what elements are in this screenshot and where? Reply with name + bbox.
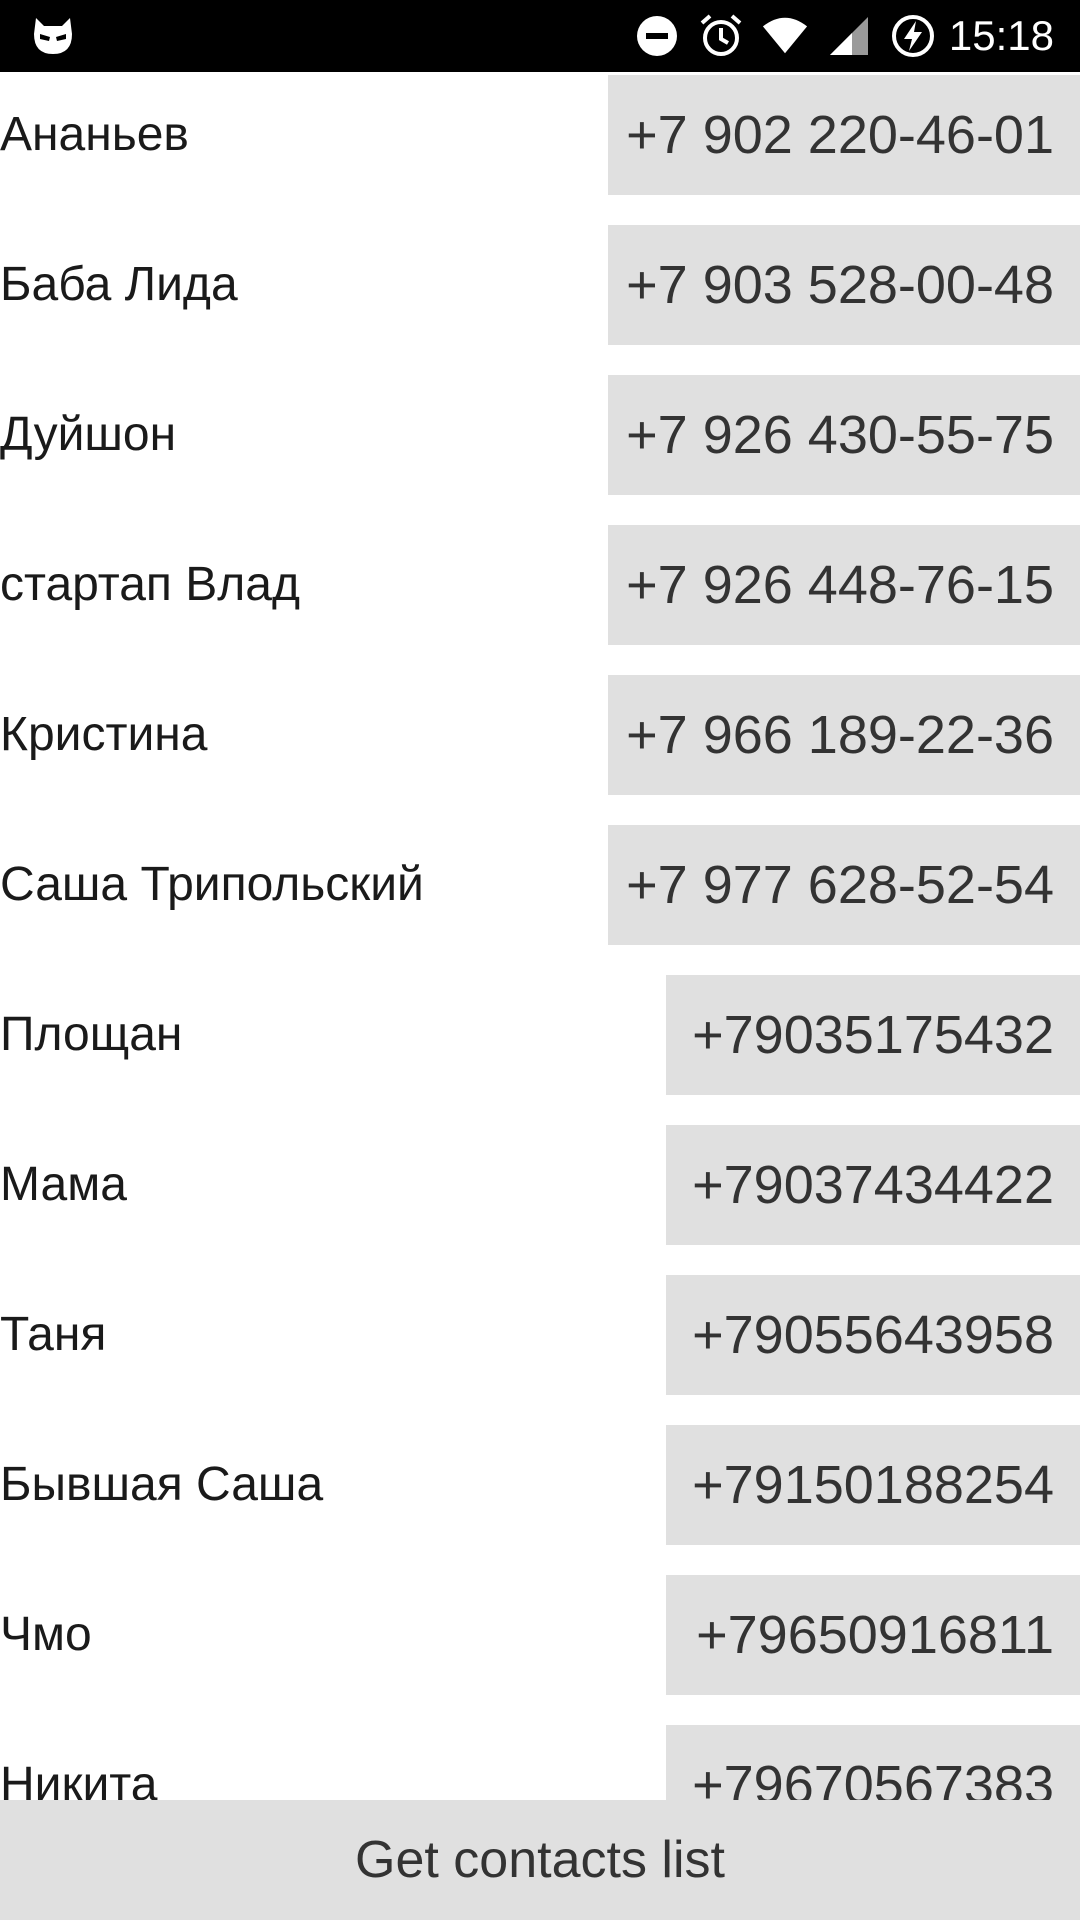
phone-button[interactable]: +7 903 528-00-48 bbox=[608, 225, 1080, 345]
phone-button[interactable]: +7 926 430-55-75 bbox=[608, 375, 1080, 495]
battery-charging-icon bbox=[889, 12, 937, 60]
contact-row: Никита +79670567383 bbox=[0, 1722, 1080, 1800]
phone-button[interactable]: +7 902 220-46-01 bbox=[608, 75, 1080, 195]
phone-button[interactable]: +79035175432 bbox=[666, 975, 1080, 1095]
signal-icon bbox=[825, 12, 873, 60]
contact-row: Бывшая Саша +79150188254 bbox=[0, 1422, 1080, 1572]
contact-row: Саша Трипольский +7 977 628-52-54 bbox=[0, 822, 1080, 972]
contact-row: Ананьев +7 902 220-46-01 bbox=[0, 72, 1080, 222]
phone-button[interactable]: +79650916811 bbox=[666, 1575, 1080, 1695]
contact-name: Кристина bbox=[0, 708, 208, 761]
cyanogenmod-icon bbox=[30, 14, 76, 58]
app-screen: 15:18 Ананьев +7 902 220-46-01 Баба Лида… bbox=[0, 0, 1080, 1920]
contact-name: Дуйшон bbox=[0, 408, 177, 461]
wifi-icon bbox=[761, 12, 809, 60]
phone-button[interactable]: +7 926 448-76-15 bbox=[608, 525, 1080, 645]
status-time: 15:18 bbox=[948, 12, 1054, 59]
contact-name: Саша Трипольский bbox=[0, 858, 424, 911]
phone-button[interactable]: +7 966 189-22-36 bbox=[608, 675, 1080, 795]
contact-row: стартап Влад +7 926 448-76-15 bbox=[0, 522, 1080, 672]
status-icons: 15:18 bbox=[617, 0, 1054, 72]
status-bar: 15:18 bbox=[0, 0, 1080, 72]
contact-row: Дуйшон +7 926 430-55-75 bbox=[0, 372, 1080, 522]
contact-name: Баба Лида bbox=[0, 258, 238, 311]
get-contacts-button[interactable]: Get contacts list bbox=[0, 1800, 1080, 1920]
alarm-icon bbox=[697, 12, 745, 60]
contact-row: Площан +79035175432 bbox=[0, 972, 1080, 1122]
contact-name: стартап Влад bbox=[0, 558, 300, 611]
phone-button[interactable]: +79055643958 bbox=[666, 1275, 1080, 1395]
phone-button[interactable]: +7 977 628-52-54 bbox=[608, 825, 1080, 945]
contact-row: Мама +79037434422 bbox=[0, 1122, 1080, 1272]
contact-name: Таня bbox=[0, 1308, 107, 1361]
do-not-disturb-icon bbox=[633, 12, 681, 60]
contact-row: Таня +79055643958 bbox=[0, 1272, 1080, 1422]
contact-row: Кристина +7 966 189-22-36 bbox=[0, 672, 1080, 822]
contact-row: Баба Лида +7 903 528-00-48 bbox=[0, 222, 1080, 372]
phone-button[interactable]: +79037434422 bbox=[666, 1125, 1080, 1245]
contact-name: Ананьев bbox=[0, 108, 189, 161]
phone-button[interactable]: +79150188254 bbox=[666, 1425, 1080, 1545]
contact-name: Мама bbox=[0, 1158, 127, 1211]
contact-name: Никита bbox=[0, 1758, 158, 1800]
contact-row: Чмо +79650916811 bbox=[0, 1572, 1080, 1722]
contact-name: Бывшая Саша bbox=[0, 1458, 324, 1511]
contact-name: Чмо bbox=[0, 1608, 92, 1661]
phone-button[interactable]: +79670567383 bbox=[666, 1725, 1080, 1800]
contact-name: Площан bbox=[0, 1008, 183, 1061]
contact-list[interactable]: Ананьев +7 902 220-46-01 Баба Лида +7 90… bbox=[0, 72, 1080, 1800]
